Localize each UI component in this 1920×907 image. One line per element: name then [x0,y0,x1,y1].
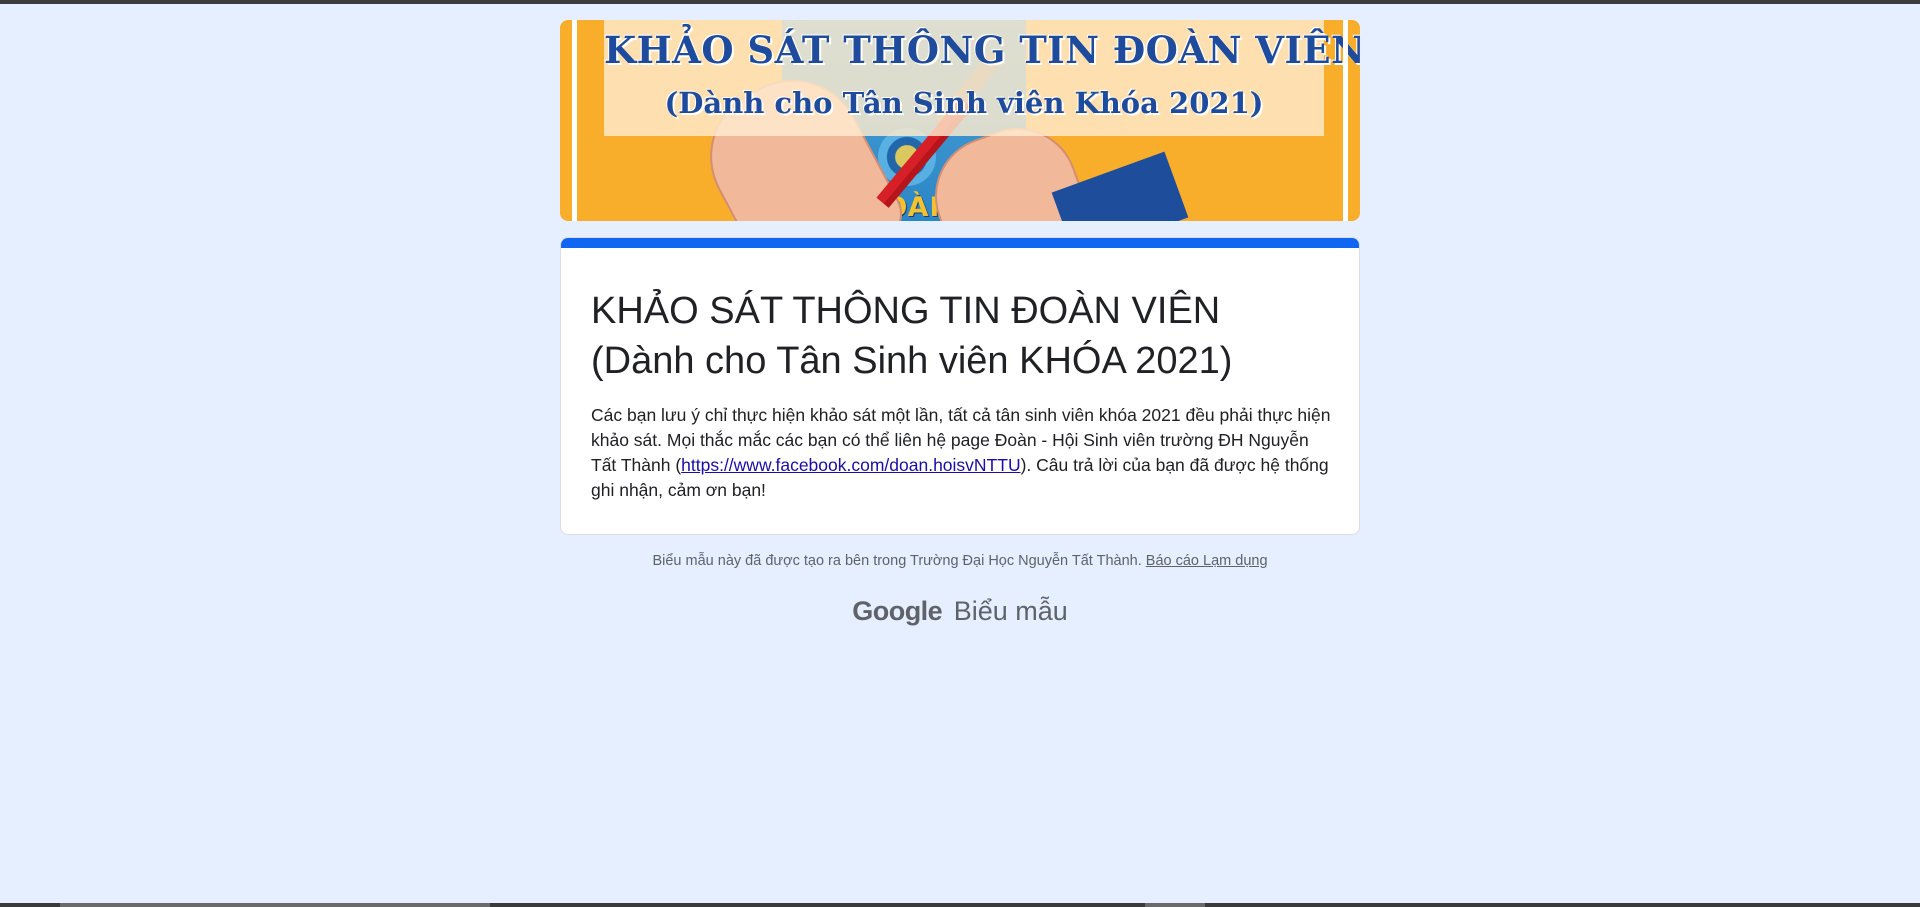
form-description: Các bạn lưu ý chỉ thực hiện khảo sát một… [591,403,1331,503]
form-title: KHẢO SÁT THÔNG TIN ĐOÀN VIÊN (Dành cho T… [591,286,1331,386]
forms-product-name: Biểu mẫu [953,596,1068,626]
header-banner-image: SỔ ĐOÀN VIÊN KHẢO SÁT THÔNG TIN ĐOÀN VIÊ… [560,20,1360,221]
form-accent-bar [561,238,1359,248]
facebook-page-link[interactable]: https://www.facebook.com/doan.hoisvNTTU [681,455,1020,475]
footer-note-text: Biểu mẫu này đã được tạo ra bên trong Tr… [652,553,1142,569]
form-header-card: KHẢO SÁT THÔNG TIN ĐOÀN VIÊN (Dành cho T… [560,237,1360,535]
banner-right-stripe [1343,20,1348,221]
report-abuse-link[interactable]: Báo cáo Lạm dụng [1146,553,1268,569]
google-forms-logo[interactable]: Google Biểu mẫu [560,596,1360,627]
banner-title-line2: (Dành cho Tân Sinh viên Khóa 2021) [664,86,1264,120]
form-title-line1: KHẢO SÁT THÔNG TIN ĐOÀN VIÊN [591,290,1221,332]
taskbar-segment [1145,903,1205,907]
taskbar-segment [60,903,490,907]
window-top-bar [0,0,1920,4]
banner-title-line1: KHẢO SÁT THÔNG TIN ĐOÀN VIÊN [604,28,1360,72]
banner-left-stripe [572,20,577,221]
google-wordmark: Google [852,596,943,626]
form-title-line2: (Dành cho Tân Sinh viên KHÓA 2021) [591,340,1233,382]
window-bottom-bar [0,903,1920,907]
footer-note: Biểu mẫu này đã được tạo ra bên trong Tr… [560,553,1360,569]
